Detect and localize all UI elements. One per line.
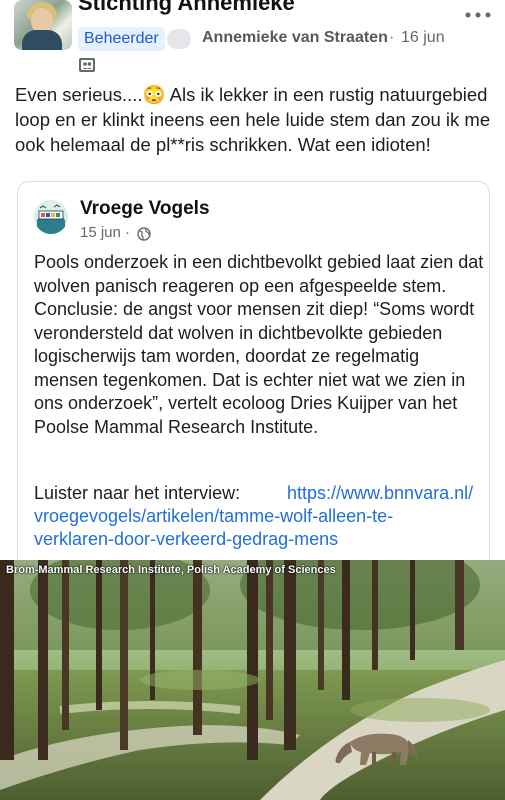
page-avatar[interactable] [14, 0, 72, 50]
interview-label: Luister naar het interview: [34, 483, 241, 503]
shared-date-text[interactable]: 15 jun [80, 224, 121, 241]
author-avatar[interactable] [167, 29, 191, 49]
post-text: Even serieus....😳 Als ik lekker in een r… [15, 84, 491, 155]
page-name[interactable]: Stichting Annemieke [78, 0, 295, 16]
more-horizontal-icon[interactable] [460, 8, 496, 22]
role-badge: Beheerder [78, 27, 165, 51]
shared-meta-separator: · [125, 224, 131, 241]
photo-credit: Brom-Mammal Research Institute, Polish A… [6, 564, 336, 576]
shared-post-card[interactable]: Vroege Vogels 15 jun · Pools onderzoek i… [17, 181, 490, 582]
globe-icon [137, 227, 151, 241]
author-name[interactable]: Annemieke van Straaten [202, 29, 388, 47]
wolf-forest-photo[interactable]: Brom-Mammal Research Institute, Polish A… [0, 560, 505, 800]
group-audience-icon[interactable] [78, 56, 96, 74]
interview-link-part-2[interactable]: vroegevogels/artikelen/tamme-wolf-alleen… [34, 506, 393, 527]
post-date[interactable]: 16 jun [401, 29, 445, 47]
interview-link-part-1[interactable]: https://www.bnnvara.nl/ [287, 483, 473, 504]
post-header: Stichting Annemieke Beheerder Annemieke … [0, 0, 505, 80]
interview-link-part-3[interactable]: verklaren-door-verkeerd-gedrag-mens [34, 529, 338, 550]
meta-separator: · [389, 29, 395, 46]
shared-post-date[interactable]: 15 jun · [80, 224, 130, 241]
shared-post-body: Pools onderzoek in een dichtbevolkt gebi… [34, 252, 484, 437]
shared-page-logo[interactable] [34, 200, 68, 234]
shared-page-name[interactable]: Vroege Vogels [80, 198, 210, 220]
forest-scene-image [0, 560, 505, 800]
